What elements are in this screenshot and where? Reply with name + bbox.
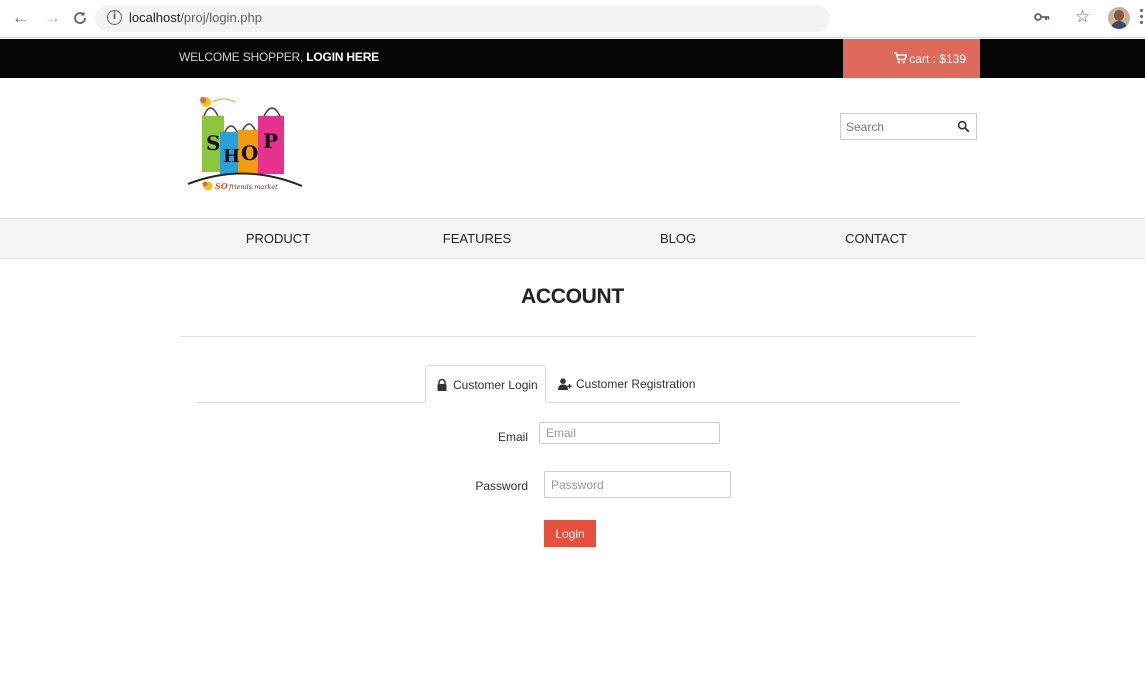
login-here-link[interactable]: LOGIN HERE [306,50,379,64]
password-field[interactable] [544,471,731,498]
login-button[interactable]: Login [544,520,596,547]
cart-content: cart : $139 [894,51,966,66]
nav-item-features[interactable]: FEATURES [443,231,511,246]
browser-toolbar: ← → i localhost/proj/login.php ☆ [0,0,1145,38]
password-label: Password [475,479,528,493]
nav-item-product[interactable]: PRODUCT [246,231,310,246]
logo-letter-s: S [206,131,220,155]
shopping-cart-icon [894,52,908,64]
cart-total: cart : $139 [909,52,966,66]
cart-button[interactable]: cart : $139 [843,39,980,78]
logo-tagline: friends market [228,183,278,191]
nav-item-blog[interactable]: BLOG [660,231,696,246]
url-host: localhost [129,10,181,25]
url-text[interactable]: localhost/proj/login.php [129,10,262,25]
top-bar: WELCOME SHOPPER, LOGIN HERE cart : $139 [0,39,1145,78]
nav-item-contact[interactable]: CONTACT [845,231,907,246]
menu-kebab-icon[interactable] [1140,9,1143,25]
site-logo[interactable]: S H O P SO friends market [186,92,306,200]
forward-arrow-icon[interactable]: → [44,8,61,28]
main-navigation: PRODUCT FEATURES BLOG CONTACT [0,218,1145,259]
welcome-text: WELCOME SHOPPER, [179,50,307,64]
logo-letter-h: H [223,146,240,167]
star-icon[interactable]: ☆ [1075,7,1090,27]
back-arrow-icon[interactable]: ← [12,8,29,28]
divider [180,336,976,337]
lock-icon [437,379,447,391]
tab-customer-login[interactable]: Customer Login [425,365,546,403]
key-icon[interactable] [1034,9,1050,26]
info-icon[interactable]: i [107,10,122,25]
email-field[interactable] [539,422,720,444]
tab-label: Customer Registration [576,377,696,391]
search-icon[interactable] [957,120,970,133]
logo-letter-p: P [263,129,278,153]
tab-label: Customer Login [453,378,538,392]
tab-customer-registration[interactable]: Customer Registration [546,365,716,403]
welcome-message: WELCOME SHOPPER, LOGIN HERE [179,50,379,64]
search-input[interactable] [846,118,956,136]
url-path: /proj/login.php [180,10,262,25]
svg-text:SO: SO [215,181,228,191]
profile-avatar[interactable] [1108,7,1130,29]
search-box [840,113,977,140]
address-bar[interactable]: i localhost/proj/login.php [95,5,830,32]
email-label: Email [497,430,528,444]
reload-icon[interactable] [72,8,88,29]
logo-letter-o: O [241,141,258,165]
user-plus-icon [558,378,572,390]
page-title: ACCOUNT [521,285,624,308]
